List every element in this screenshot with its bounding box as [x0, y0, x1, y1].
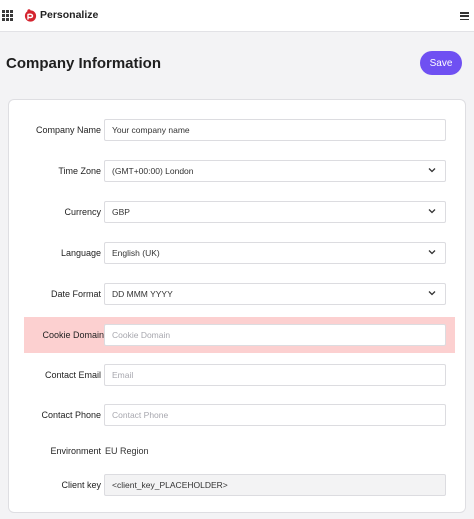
chevron-down-icon: [428, 168, 436, 173]
time-zone-row: Time Zone (GMT+00:00) London: [9, 157, 467, 185]
apps-grid-icon[interactable]: [2, 10, 14, 22]
contact-phone-label: Contact Phone: [41, 410, 101, 420]
currency-label: Currency: [64, 207, 101, 217]
contact-phone-input[interactable]: Contact Phone: [104, 404, 446, 426]
language-select[interactable]: English (UK): [104, 242, 446, 264]
save-button[interactable]: Save: [420, 51, 462, 75]
contact-email-input[interactable]: Email: [104, 364, 446, 386]
currency-select[interactable]: GBP: [104, 201, 446, 223]
contact-email-label: Contact Email: [44, 370, 101, 380]
environment-value: EU Region: [105, 446, 149, 456]
chevron-down-icon: [428, 209, 436, 214]
company-name-input[interactable]: Your company name: [104, 119, 446, 141]
company-name-row: Company Name Your company name: [9, 116, 467, 144]
currency-value: GBP: [112, 207, 130, 217]
hamburger-menu-icon[interactable]: [460, 12, 469, 21]
language-row: Language English (UK): [9, 239, 467, 267]
environment-row: Environment EU Region: [9, 441, 467, 461]
top-bar: Personalize: [0, 0, 474, 32]
cookie-domain-row: Cookie Domain Cookie Domain: [24, 317, 455, 353]
time-zone-label: Time Zone: [58, 166, 101, 176]
page-title: Company Information: [6, 55, 162, 72]
company-name-label: Company Name: [35, 125, 101, 135]
cookie-domain-label: Cookie Domain: [42, 330, 104, 340]
app-title: Personalize: [40, 9, 99, 21]
personalize-logo-icon: [24, 9, 37, 22]
chevron-down-icon: [428, 291, 436, 296]
date-format-value: DD MMM YYYY: [112, 289, 173, 299]
date-format-label: Date Format: [50, 289, 101, 299]
cookie-domain-input[interactable]: Cookie Domain: [104, 324, 446, 346]
date-format-row: Date Format DD MMM YYYY: [9, 280, 467, 308]
currency-row: Currency GBP: [9, 198, 467, 226]
client-key-field[interactable]: <client_key_PLACEHOLDER>: [104, 474, 446, 496]
environment-label: Environment: [50, 446, 101, 456]
contact-email-row: Contact Email Email: [9, 361, 467, 389]
client-key-label: Client key: [61, 480, 101, 490]
time-zone-select[interactable]: (GMT+00:00) London: [104, 160, 446, 182]
chevron-down-icon: [428, 250, 436, 255]
client-key-row: Client key <client_key_PLACEHOLDER>: [9, 471, 467, 499]
time-zone-value: (GMT+00:00) London: [112, 166, 194, 176]
language-value: English (UK): [112, 248, 160, 258]
date-format-select[interactable]: DD MMM YYYY: [104, 283, 446, 305]
language-label: Language: [60, 248, 101, 258]
contact-phone-row: Contact Phone Contact Phone: [9, 401, 467, 429]
company-info-form: Company Name Your company name Time Zone…: [8, 99, 466, 513]
